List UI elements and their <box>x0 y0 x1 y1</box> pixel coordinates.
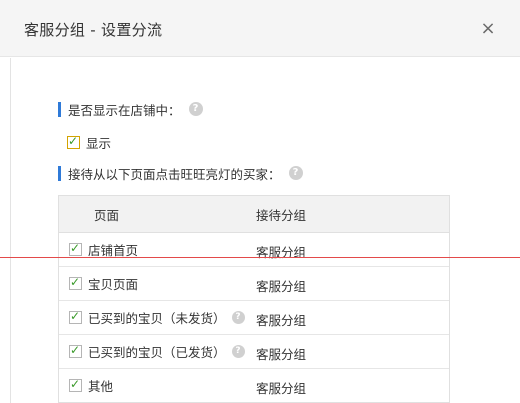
table-row: 宝贝页面 客服分组 <box>59 267 449 301</box>
header-page: 页面 <box>94 207 120 223</box>
row-checkbox[interactable] <box>69 241 82 256</box>
table-row: 其他 客服分组 <box>59 369 449 402</box>
section-marker <box>58 165 61 181</box>
buyer-pages-text: 接待从以下页面点击旺旺亮灯的买家： <box>68 166 281 182</box>
set-diversion-dialog: 客服分组 - 设置分流 × 是否显示在店铺中： ? 显示 接待从以下页面点击旺旺… <box>0 0 520 403</box>
dialog-header: 客服分组 - 设置分流 × <box>0 0 520 57</box>
close-button[interactable]: × <box>478 19 498 39</box>
dialog-title: 客服分组 - 设置分流 <box>24 21 163 39</box>
row-checkbox[interactable] <box>69 343 82 358</box>
checkbox-checked-icon[interactable] <box>67 134 80 149</box>
row-group-name[interactable]: 客服分组 <box>256 301 306 334</box>
row-page-name: 已买到的宝贝（未发货） <box>88 311 226 326</box>
red-guide-line <box>0 257 520 258</box>
display-checkbox-label: 显示 <box>86 136 112 151</box>
row-page-name: 其他 <box>88 379 114 394</box>
row-page-name: 宝贝页面 <box>88 277 139 292</box>
row-group-name[interactable]: 客服分组 <box>256 335 306 368</box>
row-checkbox[interactable] <box>69 275 82 290</box>
table-row: 店铺首页 客服分组 <box>59 233 449 267</box>
header-group: 接待分组 <box>256 207 307 223</box>
table-row: 已买到的宝贝（未发货） ? 客服分组 <box>59 301 449 335</box>
help-icon[interactable]: ? <box>231 311 245 324</box>
row-page-name: 已买到的宝贝（已发货） <box>88 345 226 360</box>
page-group-table: 页面 接待分组 店铺首页 客服分组 宝贝页面 客服分组 已买到的宝贝（未发货） … <box>58 195 450 403</box>
display-in-shop-label: 是否显示在店铺中： ? <box>58 101 203 118</box>
help-icon[interactable]: ? <box>288 166 303 180</box>
table-header: 页面 接待分组 <box>59 196 449 233</box>
row-group-name[interactable]: 客服分组 <box>256 233 306 266</box>
help-icon[interactable]: ? <box>231 345 245 358</box>
row-checkbox[interactable] <box>69 377 82 392</box>
dialog-left-border <box>10 58 11 403</box>
row-group-name[interactable]: 客服分组 <box>256 267 306 300</box>
display-in-shop-text: 是否显示在店铺中： <box>68 102 181 118</box>
row-group-name[interactable]: 客服分组 <box>256 369 306 402</box>
buyer-pages-label: 接待从以下页面点击旺旺亮灯的买家： ? <box>58 165 303 182</box>
table-row: 已买到的宝贝（已发货） ? 客服分组 <box>59 335 449 369</box>
row-checkbox[interactable] <box>69 309 82 324</box>
help-icon[interactable]: ? <box>188 102 203 116</box>
section-marker <box>58 101 61 117</box>
display-checkbox[interactable]: 显示 <box>67 133 111 152</box>
